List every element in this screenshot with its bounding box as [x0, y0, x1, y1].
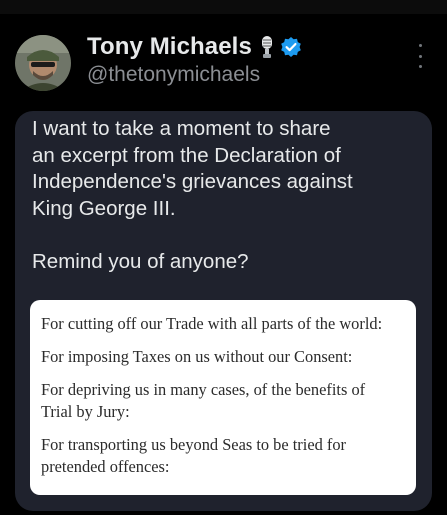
more-vertical-icon: [418, 44, 422, 47]
author-name-row: Tony Michaels: [87, 30, 302, 64]
excerpt-image[interactable]: For cutting off our Trade with all parts…: [30, 300, 416, 495]
grievance-line: For imposing Taxes on us without our Con…: [41, 347, 353, 366]
grievance-item: For imposing Taxes on us without our Con…: [41, 346, 416, 368]
avatar[interactable]: [15, 35, 71, 91]
grievance-line: For depriving us in many cases, of the b…: [41, 380, 366, 399]
grievance-line: For transporting us beyond Seas to be tr…: [41, 435, 346, 454]
grievance-line: For cutting off our Trade with all parts…: [41, 314, 383, 333]
more-vertical-icon-dot: [418, 54, 422, 58]
author-handle[interactable]: @thetonymichaels: [87, 63, 260, 87]
more-vertical-icon-dot: [418, 65, 422, 68]
more-options-button[interactable]: [412, 44, 428, 68]
post-text: I want to take a moment to share an exce…: [32, 117, 353, 273]
grievance-line: pretended offences:: [41, 457, 170, 476]
grievance-item: For transporting us beyond Seas to be tr…: [41, 434, 416, 478]
avatar-image: [15, 35, 71, 91]
previous-post-edge: [0, 0, 447, 14]
display-name[interactable]: Tony Michaels: [87, 33, 252, 61]
grievance-line: Trial by Jury:: [41, 402, 130, 421]
microphone-icon: [260, 35, 274, 59]
grievance-item: For cutting off our Trade with all parts…: [41, 313, 416, 335]
post-view: Tony Michaels @thetonymichaels I want to…: [0, 0, 447, 515]
verified-badge-icon: [280, 36, 302, 58]
grievance-item: For depriving us in many cases, of the b…: [41, 379, 416, 423]
